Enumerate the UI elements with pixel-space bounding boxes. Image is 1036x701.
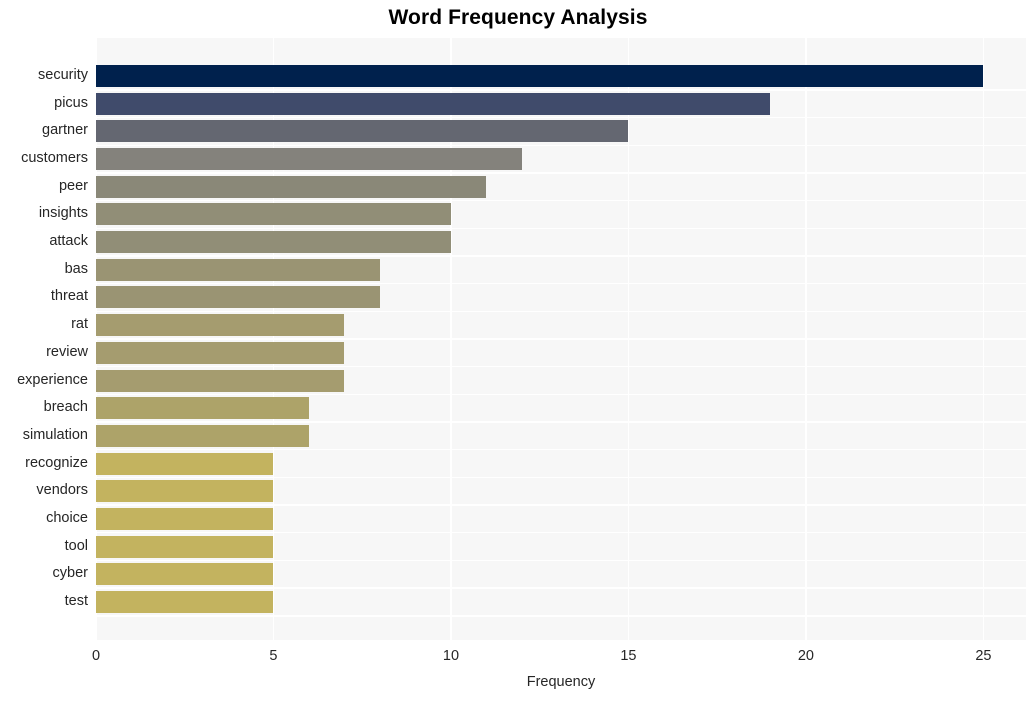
y-tick-label-cyber: cyber (52, 565, 88, 582)
y-tick-label-attack: attack (49, 233, 88, 250)
gridline-horizontal (96, 310, 1026, 312)
gridline-horizontal (96, 338, 1026, 340)
gridline-horizontal (96, 144, 1026, 146)
y-tick-label-peer: peer (58, 177, 88, 194)
bar-review[interactable] (96, 341, 345, 364)
gridline-horizontal (96, 559, 1026, 562)
x-tick-label-25: 25 (975, 648, 992, 664)
bar-attack[interactable] (96, 231, 451, 254)
gridline-horizontal (96, 365, 1026, 368)
y-tick-label-simulation: simulation (22, 426, 88, 443)
gridline-horizontal (96, 116, 1026, 119)
x-tick-label-20: 20 (797, 648, 814, 664)
gridline-horizontal (96, 282, 1026, 285)
bar-breach[interactable] (96, 397, 309, 420)
gridline-horizontal (96, 89, 1026, 91)
bar-security[interactable] (96, 65, 984, 87)
gridline-horizontal (96, 199, 1026, 202)
y-tick-label-gartner: gartner (42, 122, 88, 139)
x-tick-label-10: 10 (442, 648, 460, 664)
y-tick-label-threat: threat (50, 288, 88, 305)
bar-insights[interactable] (96, 203, 451, 226)
x-tick-label-0: 0 (91, 648, 101, 664)
y-tick-label-security: security (38, 67, 88, 83)
gridline-horizontal (96, 449, 1026, 451)
gridline-horizontal (96, 227, 1026, 229)
page-title: Word Frequency Analysis (388, 6, 648, 29)
y-tick-label-vendors: vendors (36, 482, 88, 499)
y-tick-label-breach: breach (43, 399, 88, 416)
gridline-horizontal (96, 532, 1026, 534)
gridline-horizontal (96, 255, 1026, 257)
x-tick-label-5: 5 (269, 648, 278, 664)
y-tick-label-picus: picus (54, 94, 88, 111)
y-tick-label-insights: insights (38, 205, 88, 222)
bar-test[interactable] (96, 591, 274, 613)
bar-cyber[interactable] (96, 563, 274, 586)
bar-bas[interactable] (96, 258, 380, 281)
bar-vendors[interactable] (96, 480, 274, 503)
gridline-horizontal (96, 421, 1026, 423)
y-tick-label-test: test (64, 593, 88, 609)
y-tick-label-tool: tool (64, 537, 88, 554)
gridline-horizontal (96, 615, 1026, 617)
gridline-horizontal (96, 504, 1026, 506)
bar-rat[interactable] (96, 314, 345, 337)
x-tick-label-15: 15 (620, 648, 637, 664)
bar-simulation[interactable] (96, 424, 309, 447)
gridline-horizontal (96, 476, 1026, 479)
x-axis-label: Frequency (526, 674, 596, 690)
chart-figure: Word Frequency Analysis security picus gar… (0, 0, 1036, 701)
y-tick-label-rat: rat (71, 316, 88, 333)
gridline-horizontal (96, 393, 1026, 396)
bar-threat[interactable] (96, 286, 380, 309)
bar-recognize[interactable] (96, 452, 274, 475)
y-tick-label-experience: experience (17, 371, 88, 388)
y-tick-label-recognize: recognize (25, 454, 88, 471)
bar-choice[interactable] (96, 507, 274, 530)
y-tick-label-bas: bas (64, 260, 88, 277)
y-tick-label-customers: customers (21, 150, 88, 167)
y-tick-label-choice: choice (46, 509, 88, 526)
y-tick-label-review: review (46, 343, 88, 360)
gridline-horizontal (96, 172, 1026, 174)
bar-peer[interactable] (96, 175, 487, 198)
bar-picus[interactable] (96, 92, 771, 115)
bar-gartner[interactable] (96, 120, 629, 143)
gridline-horizontal (96, 587, 1026, 589)
plot-area (96, 38, 1026, 640)
bar-tool[interactable] (96, 535, 274, 558)
bar-experience[interactable] (96, 369, 345, 392)
bar-customers[interactable] (96, 148, 522, 171)
